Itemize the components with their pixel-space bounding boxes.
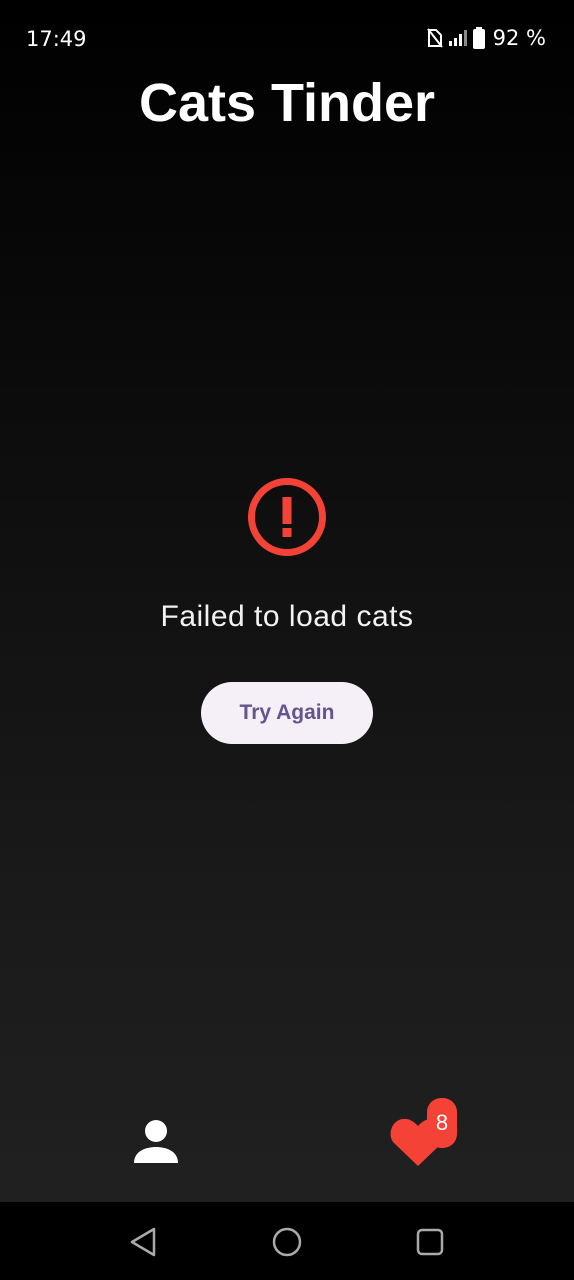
favorites-button[interactable]: 8 — [386, 1096, 466, 1176]
recents-icon — [416, 1228, 444, 1256]
try-again-button[interactable]: Try Again — [201, 682, 373, 744]
system-nav-bar — [0, 1202, 574, 1280]
bottom-nav: 8 — [0, 1090, 574, 1202]
app-screen: 17:49 92 % Cats Tinder Failed to load ca… — [0, 0, 574, 1280]
page-title: Cats Tinder — [138, 73, 436, 133]
back-icon — [130, 1227, 156, 1257]
error-circle-icon — [247, 477, 327, 557]
nfc-icon — [426, 28, 443, 48]
home-button[interactable] — [269, 1224, 305, 1260]
signal-icon — [448, 30, 467, 46]
recents-button[interactable] — [412, 1224, 448, 1260]
favorites-count-badge: 8 — [427, 1098, 457, 1148]
status-icons: 92 % — [426, 26, 546, 50]
back-button[interactable] — [125, 1224, 161, 1260]
status-bar: 17:49 92 % — [0, 0, 574, 78]
status-time: 17:49 — [26, 27, 87, 51]
error-message: Failed to load cats — [160, 600, 414, 633]
battery-icon — [472, 27, 485, 49]
person-icon — [134, 1120, 178, 1163]
profile-button[interactable] — [128, 1114, 184, 1170]
battery-percentage: 92 % — [492, 26, 546, 50]
home-icon — [272, 1227, 302, 1257]
